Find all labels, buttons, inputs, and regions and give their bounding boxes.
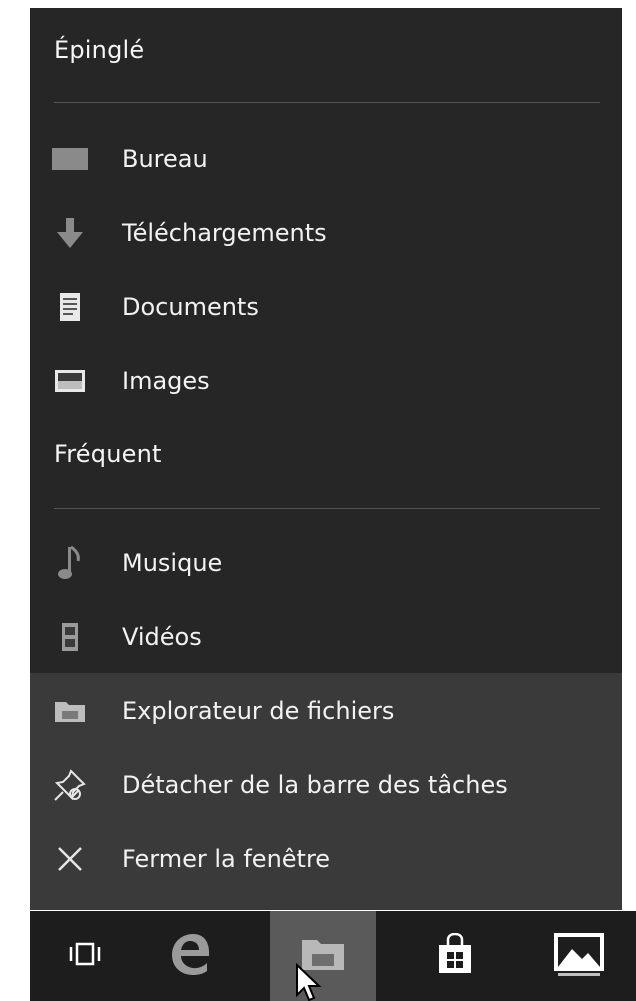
- action-detacher-de-la-barre[interactable]: Détacher de la barre des tâches: [30, 750, 622, 820]
- film-icon: [48, 615, 92, 659]
- taskbar: [30, 911, 636, 1001]
- desktop-icon: [48, 137, 92, 181]
- frequent-divider: [54, 508, 600, 509]
- jumplist-item-telechargements[interactable]: Téléchargements: [30, 198, 622, 268]
- taskbar-photos-button[interactable]: [526, 911, 632, 1001]
- close-icon: [48, 837, 92, 881]
- photos-icon: [552, 931, 606, 981]
- edge-icon: [169, 932, 213, 980]
- action-label: Explorateur de fichiers: [122, 697, 395, 725]
- folder-icon: [48, 689, 92, 733]
- action-label: Fermer la fenêtre: [122, 845, 331, 873]
- jumplist-item-musique[interactable]: Musique: [30, 528, 622, 598]
- image-icon: [48, 359, 92, 403]
- store-bag-icon: [437, 932, 473, 979]
- jumplist-item-label: Vidéos: [122, 623, 202, 651]
- jumplist-item-images[interactable]: Images: [30, 346, 622, 416]
- taskbar-file-explorer-button[interactable]: [270, 911, 376, 1001]
- jumplist-item-documents[interactable]: Documents: [30, 272, 622, 342]
- action-fermer-la-fenetre[interactable]: Fermer la fenêtre: [30, 824, 622, 894]
- download-arrow-icon: [48, 211, 92, 255]
- jumplist-item-label: Documents: [122, 293, 259, 321]
- action-label: Détacher de la barre des tâches: [122, 771, 508, 799]
- jump-list-menu: Épinglé Bureau Téléchargements Documents…: [30, 8, 622, 910]
- jumplist-item-videos[interactable]: Vidéos: [30, 602, 622, 672]
- document-icon: [48, 285, 92, 329]
- frequent-heading: Fréquent: [54, 440, 162, 468]
- action-explorateur-de-fichiers[interactable]: Explorateur de fichiers: [30, 676, 622, 746]
- jumplist-item-label: Images: [122, 367, 210, 395]
- jumplist-item-bureau[interactable]: Bureau: [30, 124, 622, 194]
- taskbar-task-view-button[interactable]: [32, 911, 138, 1001]
- taskbar-store-button[interactable]: [402, 911, 508, 1001]
- jumplist-item-label: Musique: [122, 549, 223, 577]
- jumplist-item-label: Téléchargements: [122, 219, 327, 247]
- unpin-icon: [48, 763, 92, 807]
- pinned-heading: Épinglé: [54, 36, 145, 64]
- music-note-icon: [48, 541, 92, 585]
- task-view-icon: [66, 941, 104, 971]
- folder-icon: [300, 936, 346, 976]
- pinned-divider: [54, 102, 600, 103]
- jumplist-item-label: Bureau: [122, 145, 208, 173]
- taskbar-edge-button[interactable]: [138, 911, 244, 1001]
